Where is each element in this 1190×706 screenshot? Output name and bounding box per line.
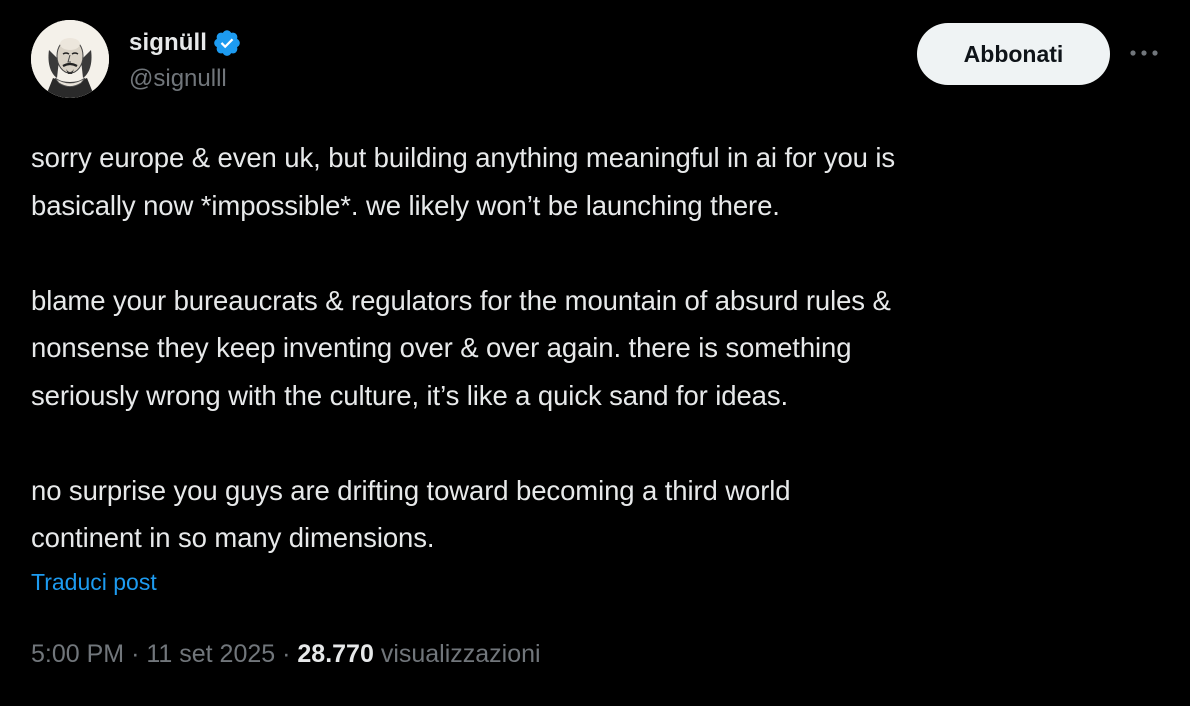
subscribe-button[interactable]: Abbonati	[917, 23, 1110, 85]
tweet-meta: 5:00 PM · 11 set 2025 · 28.770 visualizz…	[31, 640, 541, 669]
meta-separator: ·	[131, 640, 140, 668]
avatar[interactable]	[31, 20, 109, 98]
display-name[interactable]: signüll	[129, 29, 207, 57]
author-handle[interactable]: @signulll	[129, 65, 242, 93]
translate-post-link[interactable]: Traduci post	[31, 569, 157, 596]
tweet-line: nonsense they keep inventing over & over…	[31, 332, 852, 363]
tweet-line: continent in so many dimensions.	[31, 522, 435, 553]
verified-badge-icon[interactable]	[212, 28, 242, 58]
shakespeare-portrait-icon	[31, 20, 109, 98]
meta-separator: ·	[282, 640, 291, 668]
tweet-line: blame your bureaucrats & regulators for …	[31, 284, 891, 316]
tweet-date[interactable]: 11 set 2025	[146, 640, 275, 668]
tweet-line: no surprise you guys are drifting toward…	[31, 474, 791, 506]
tweet-line: basically now *impossible*. we likely wo…	[31, 189, 780, 221]
more-horizontal-icon[interactable]	[1127, 42, 1161, 64]
views-count: 28.770	[297, 640, 374, 668]
tweet-line: seriously wrong with the culture, it’s l…	[31, 379, 789, 411]
views-label: visualizzazioni	[380, 640, 541, 668]
tweet-time[interactable]: 5:00 PM	[31, 640, 124, 668]
tweet-header: signüll @signulll Abbonati	[31, 20, 1161, 104]
display-name-row: signüll	[129, 26, 242, 60]
author-names: signüll @signulll	[129, 26, 242, 93]
tweet-text: sorry europe & even uk, but building any…	[31, 134, 1161, 562]
tweet-line: sorry europe & even uk, but building any…	[31, 142, 896, 173]
